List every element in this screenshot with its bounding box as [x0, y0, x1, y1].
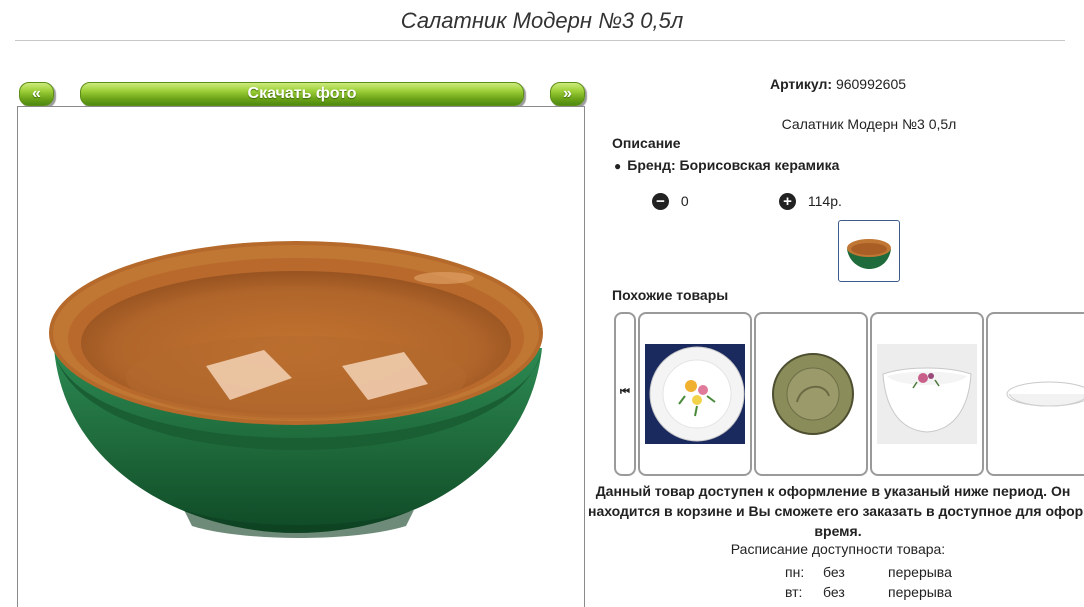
- article-label: Артикул:: [769, 76, 833, 92]
- similar-item[interactable]: [870, 312, 984, 476]
- floral-square-bowl-image: [877, 344, 977, 444]
- add-to-cart-control: + 114р.: [779, 192, 842, 210]
- schedule-title: Расписание доступности товара:: [730, 541, 946, 557]
- title-divider: [15, 40, 1065, 41]
- page-title: Салатник Модерн №3 0,5л: [400, 8, 684, 33]
- availability-line-2: находится в корзине и Вы сможете его зак…: [588, 503, 1084, 519]
- next-photo-button[interactable]: »: [550, 82, 585, 106]
- similar-heading: Похожие товары: [612, 287, 729, 303]
- availability-line-1: Данный товар доступен к оформление в ука…: [595, 483, 1071, 499]
- description-heading: Описание: [612, 135, 681, 151]
- similar-scroll-left[interactable]: ⏮: [614, 312, 636, 476]
- availability-notice: Данный товар доступен к оформление в ука…: [588, 481, 1084, 541]
- schedule-from: без: [823, 564, 845, 580]
- product-photo[interactable]: [34, 138, 554, 548]
- similar-item[interactable]: [638, 312, 752, 476]
- article-line: Артикул: 960992605: [588, 76, 1084, 92]
- article-value: 960992605: [835, 76, 907, 92]
- plus-icon[interactable]: +: [779, 192, 796, 210]
- price-value: 114р.: [807, 193, 842, 210]
- smoky-glass-plate-image: [772, 353, 854, 435]
- prev-photo-button[interactable]: «: [19, 82, 54, 106]
- brand-text: Бренд: Борисовская керамика: [627, 157, 840, 173]
- availability-line-3: время.: [814, 523, 862, 539]
- schedule-from: без: [823, 584, 845, 600]
- flower-plate-image: [645, 344, 745, 444]
- schedule-to: перерыва: [888, 584, 952, 600]
- quantity-value: 0: [680, 193, 689, 210]
- bullet-icon: ●: [614, 159, 622, 173]
- similar-item[interactable]: [986, 312, 1084, 476]
- minus-icon[interactable]: −: [652, 192, 669, 210]
- schedule-day: вт:: [785, 584, 803, 600]
- download-photo-button[interactable]: Скачать фото: [80, 82, 524, 106]
- schedule-day: пн:: [785, 564, 805, 580]
- schedule-to: перерыва: [888, 564, 952, 580]
- brand-item: ● Бренд: Борисовская керамика: [614, 157, 839, 173]
- white-dish-image: [1006, 381, 1084, 407]
- similar-item[interactable]: [754, 312, 868, 476]
- quantity-control: − 0: [652, 192, 689, 210]
- skip-back-icon: ⏮: [620, 386, 630, 398]
- product-name: Салатник Модерн №3 0,5л: [781, 116, 957, 132]
- product-thumbnail[interactable]: [838, 220, 900, 282]
